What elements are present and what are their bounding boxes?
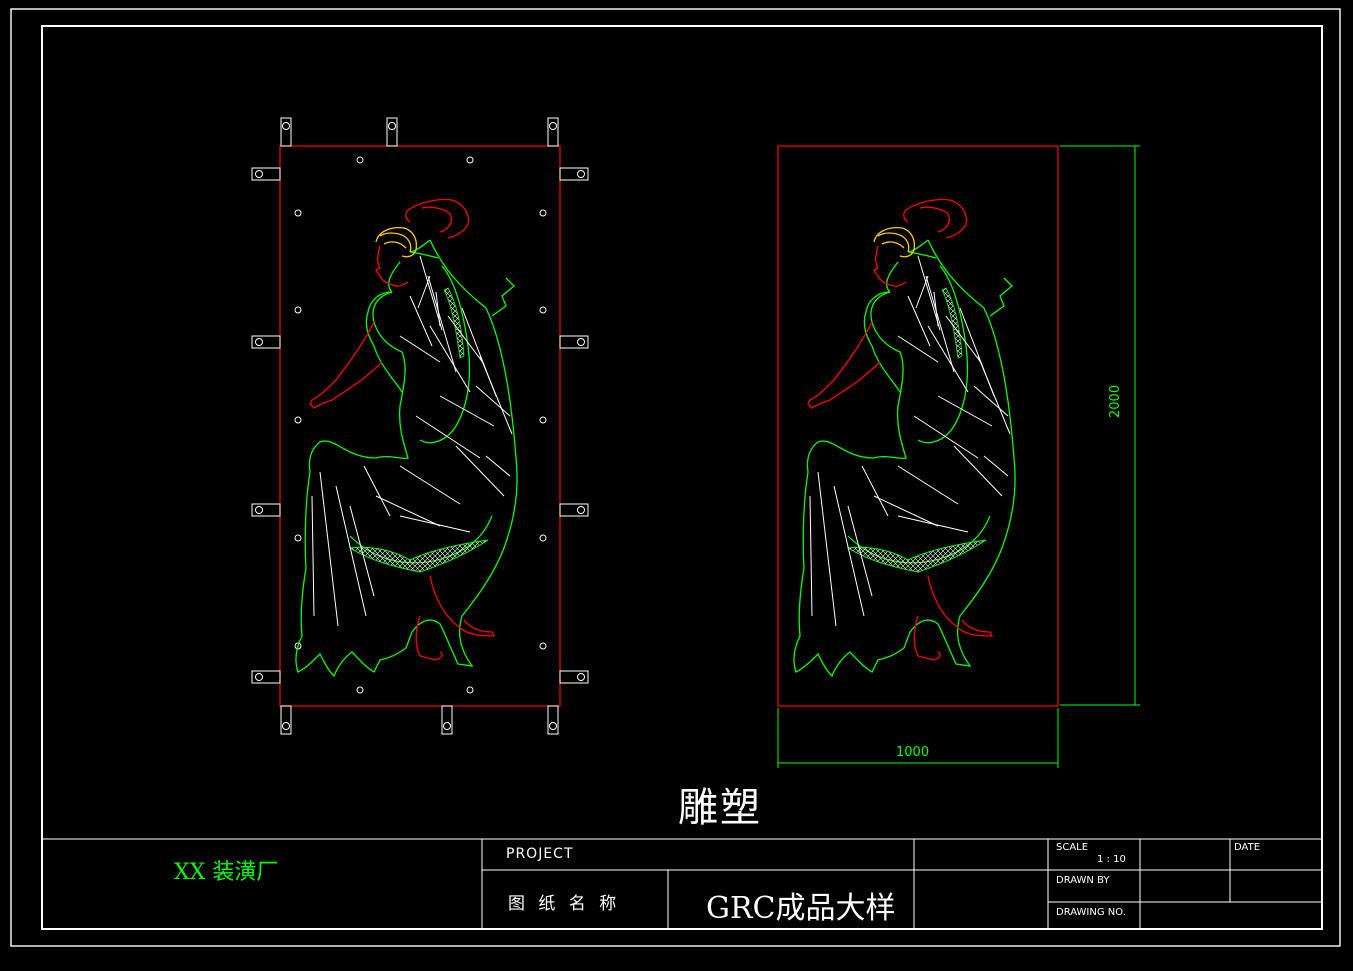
scale-value: 1 : 10 bbox=[1097, 854, 1126, 865]
mounting-brackets bbox=[251, 117, 589, 735]
right-panel-outline bbox=[777, 145, 1059, 707]
date-label: DATE bbox=[1234, 842, 1261, 853]
project-label: PROJECT bbox=[506, 846, 574, 862]
sculpture-figure-right bbox=[793, 198, 1016, 677]
outer-frame bbox=[10, 8, 1341, 947]
width-dimension-label: 1000 bbox=[896, 745, 930, 760]
drawing-caption: 雕塑 bbox=[678, 785, 762, 831]
drawn-by-label: DRAWN BY bbox=[1056, 875, 1110, 886]
scale-label: SCALE bbox=[1056, 842, 1089, 853]
cad-drawing bbox=[10, 8, 1341, 947]
right-panel-elevation bbox=[777, 145, 1140, 768]
left-panel-outline bbox=[279, 145, 561, 707]
company-name: XX 装潢厂 bbox=[174, 860, 279, 885]
drawing-name: GRC成品大样 bbox=[706, 891, 896, 926]
drawing-name-label: 图 纸 名 称 bbox=[508, 894, 621, 914]
height-dimension-label: 2000 bbox=[1108, 384, 1123, 418]
left-panel-elevation bbox=[251, 117, 589, 735]
sculpture-figure-left bbox=[295, 198, 518, 677]
height-dimension bbox=[1060, 145, 1140, 706]
drawing-no-label: DRAWING NO. bbox=[1056, 907, 1126, 918]
